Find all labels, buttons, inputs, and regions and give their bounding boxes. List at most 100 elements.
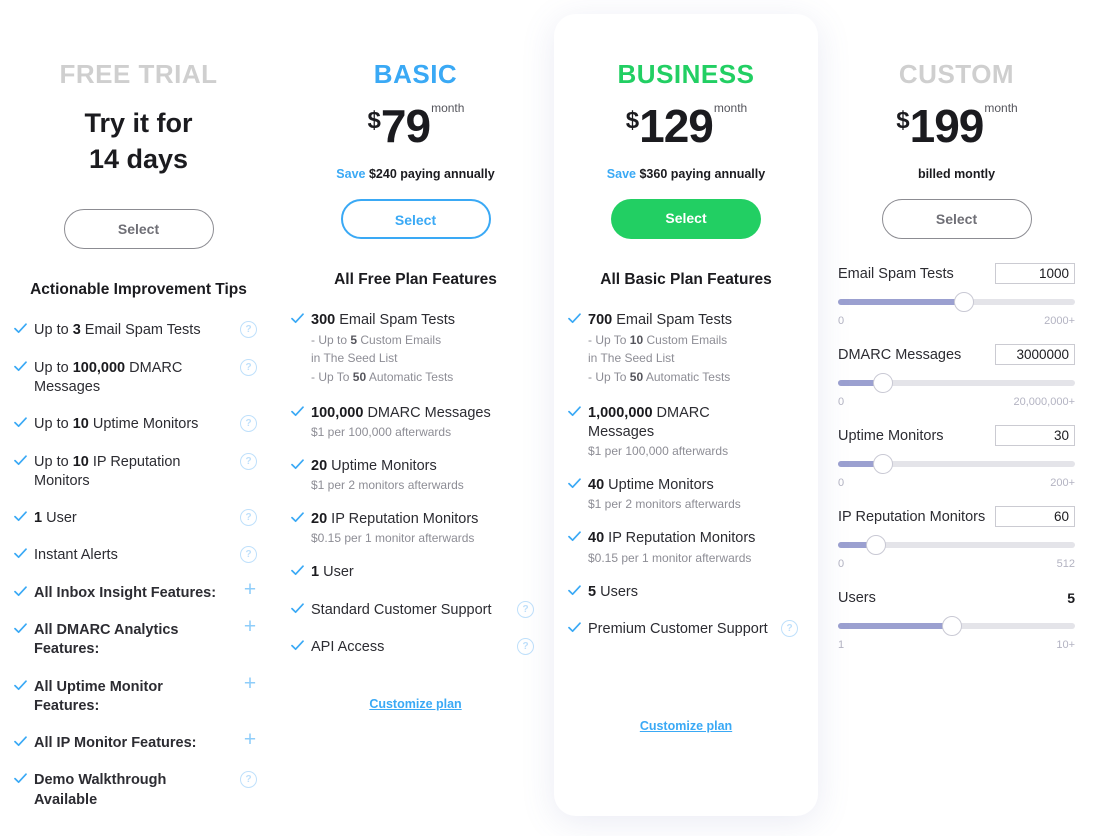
price-business: $129month (568, 99, 804, 155)
feature-label: 300 Email Spam Tests (311, 311, 456, 328)
help-icon[interactable]: ? (240, 321, 257, 339)
feature-item: 1 User? (14, 509, 263, 528)
select-button-custom[interactable]: Select (881, 198, 1032, 239)
price-currency-business: $ (625, 106, 640, 134)
plan-column-business: BUSINESS $129month Save $360 paying annu… (554, 14, 818, 816)
save-word-business: Save (606, 166, 636, 181)
check-icon (568, 530, 581, 543)
feature-label: 700 Email Spam Tests (588, 311, 733, 328)
check-icon (291, 312, 304, 325)
help-icon[interactable]: ? (517, 637, 534, 655)
slider-header: DMARC Messages (838, 344, 1075, 366)
slider-control[interactable] (838, 453, 1075, 474)
save-note-business: Save $360 paying annually (568, 167, 804, 181)
slider-value-input[interactable] (995, 506, 1075, 528)
help-icon[interactable]: ? (517, 600, 534, 618)
plus-icon[interactable]: + (241, 729, 259, 750)
feature-note: $0.15 per 1 monitor afterwards (311, 531, 475, 546)
slider-value-input[interactable] (995, 344, 1075, 366)
price-period-business: month (713, 100, 748, 115)
feature-item: 20 IP Reputation Monitors $0.15 per 1 mon… (291, 510, 540, 545)
feature-item: Up to 10 IP Reputation Monitors? (14, 452, 263, 492)
slider-max-label: 512 (1056, 557, 1075, 570)
check-icon (14, 416, 27, 429)
select-button-basic[interactable]: Select (340, 198, 491, 239)
feature-label: All IP Monitor Features: (34, 735, 197, 752)
slider-min-label: 1 (838, 638, 845, 651)
slider-thumb[interactable] (865, 534, 886, 555)
slider-thumb[interactable] (873, 372, 894, 393)
check-icon (14, 547, 27, 560)
slider-range-labels: 0 512 (838, 558, 1075, 570)
slider-label: DMARC Messages (838, 346, 962, 363)
check-icon (568, 477, 581, 490)
plan-title-basic: BASIC (373, 59, 458, 89)
help-icon[interactable]: ? (240, 771, 257, 789)
price-basic: $79month (291, 99, 540, 155)
slider-control[interactable] (838, 291, 1075, 312)
feature-item: Premium Customer Support? (568, 619, 804, 639)
plan-column-free-trial: FREE TRIAL Try it for 14 days Select Act… (0, 0, 277, 836)
slider-control[interactable] (838, 534, 1075, 555)
slider-value-text: 5 (1067, 589, 1075, 606)
slider-thumb[interactable] (953, 291, 974, 312)
feature-subline: - Up To 50 Automatic Tests (588, 369, 731, 384)
slider-block-email-spam-tests: Email Spam Tests 0 2000+ (838, 263, 1075, 327)
select-button-free-trial[interactable]: Select (63, 209, 214, 250)
customize-plan-link-basic[interactable]: Customize plan (291, 697, 540, 711)
help-icon[interactable]: ? (240, 358, 257, 376)
feature-item: 40 IP Reputation Monitors $0.15 per 1 mon… (568, 529, 804, 565)
check-icon (291, 602, 304, 615)
slider-fill (838, 298, 964, 305)
help-icon[interactable]: ? (240, 415, 257, 433)
slider-value-input[interactable] (995, 263, 1075, 285)
feature-label: 40 Uptime Monitors (588, 477, 714, 494)
price-amount-custom: 199 (909, 99, 985, 152)
price-currency-custom: $ (896, 106, 910, 134)
slider-thumb[interactable] (941, 615, 962, 636)
feature-item: 5 Users (568, 583, 804, 602)
help-icon[interactable]: ? (240, 509, 257, 527)
slider-fill (838, 622, 952, 629)
slider-thumb[interactable] (873, 453, 894, 474)
feature-item: Up to 3 Email Spam Tests? (14, 321, 263, 340)
plus-icon[interactable]: + (241, 616, 259, 637)
price-period-custom: month (984, 100, 1018, 115)
slider-range-labels: 0 2000+ (838, 315, 1075, 327)
feature-subline: - Up to 5 Custom Emails (311, 332, 442, 347)
feature-label: 5 Users (588, 583, 638, 600)
slider-range-labels: 0 20,000,000+ (838, 396, 1075, 408)
feature-subline: in The Seed List (311, 351, 398, 366)
feature-label: All Uptime Monitor Features: (34, 678, 163, 714)
trial-headline: Try it for 14 days (14, 105, 263, 178)
check-icon (14, 454, 27, 467)
feature-item: 1 User (291, 563, 540, 582)
feature-label: 20 Uptime Monitors (311, 457, 437, 474)
save-note-basic: Save $240 paying annually (291, 167, 540, 181)
slider-block-dmarc-messages: DMARC Messages 0 20,000,000+ (838, 344, 1075, 408)
feature-label: API Access (311, 638, 385, 655)
check-icon (14, 772, 27, 785)
price-amount-basic: 79 (380, 99, 431, 152)
customize-plan-link-business[interactable]: Customize plan (568, 719, 804, 733)
help-icon[interactable]: ? (781, 619, 798, 637)
feature-item: 40 Uptime Monitors $1 per 2 monitors afte… (568, 476, 804, 511)
slider-control[interactable] (838, 615, 1075, 636)
feature-label: 1 User (34, 510, 77, 527)
plus-icon[interactable]: + (241, 673, 259, 694)
slider-block-users: Users 5 1 10+ (838, 587, 1075, 651)
slider-control[interactable] (838, 372, 1075, 393)
help-icon[interactable]: ? (240, 452, 257, 470)
plus-icon[interactable]: + (241, 579, 259, 600)
check-icon (568, 621, 581, 634)
feature-list-title-business: All Basic Plan Features (600, 270, 772, 288)
feature-label: Instant Alerts (34, 547, 118, 564)
feature-list-basic: 300 Email Spam Tests - Up to 5 Custom Ema… (291, 311, 540, 658)
feature-item: All IP Monitor Features: + (14, 729, 263, 753)
check-icon (14, 322, 27, 335)
slider-value-input[interactable] (995, 425, 1075, 447)
feature-note: $0.15 per 1 monitor afterwards (588, 550, 752, 565)
select-button-business[interactable]: Select (611, 198, 761, 239)
feature-label: All Inbox Insight Features: (34, 584, 217, 601)
help-icon[interactable]: ? (240, 546, 257, 564)
